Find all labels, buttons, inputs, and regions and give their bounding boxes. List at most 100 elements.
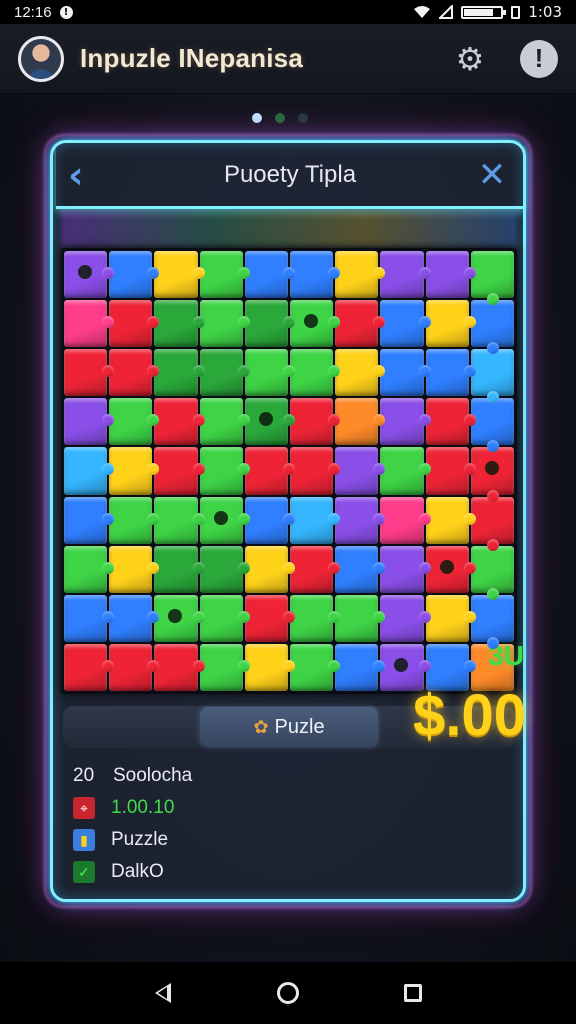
puzzle-piece[interactable] xyxy=(109,398,160,446)
puzzle-piece[interactable] xyxy=(154,496,205,544)
puzzle-piece[interactable] xyxy=(335,643,386,691)
back-triangle-icon[interactable] xyxy=(143,973,183,1013)
puzzle-piece[interactable] xyxy=(335,496,386,544)
puzzle-piece[interactable] xyxy=(380,447,431,495)
puzzle-piece[interactable] xyxy=(425,447,477,495)
puzzle-piece[interactable] xyxy=(109,594,160,642)
puzzle-piece[interactable] xyxy=(154,251,205,299)
puzzle-piece[interactable] xyxy=(64,594,115,642)
puzzle-piece[interactable] xyxy=(244,643,296,691)
puzzle-piece[interactable] xyxy=(290,496,341,544)
puzzle-piece[interactable] xyxy=(470,496,514,551)
puzzle-piece[interactable] xyxy=(290,398,341,446)
puzzle-piece[interactable] xyxy=(64,349,115,397)
puzzle-piece[interactable] xyxy=(425,496,477,544)
puzzle-piece[interactable] xyxy=(290,349,341,397)
puzzle-piece[interactable] xyxy=(290,300,341,348)
puzzle-piece[interactable] xyxy=(380,300,431,348)
puzzle-piece[interactable] xyxy=(109,349,160,397)
puzzle-piece[interactable] xyxy=(335,594,386,642)
puzzle-piece[interactable] xyxy=(290,594,341,642)
puzzle-piece[interactable] xyxy=(154,594,205,642)
puzzle-piece[interactable] xyxy=(109,447,160,495)
puzzle-piece[interactable] xyxy=(470,251,514,306)
info-icon[interactable]: ! xyxy=(520,39,558,78)
tab-puzzle[interactable]: ✿ Puzle xyxy=(200,707,378,747)
puzzle-piece[interactable] xyxy=(290,251,341,299)
puzzle-piece[interactable] xyxy=(199,545,251,593)
puzzle-piece[interactable] xyxy=(199,643,251,691)
puzzle-piece[interactable] xyxy=(244,594,296,642)
puzzle-piece[interactable] xyxy=(154,545,205,593)
puzzle-piece[interactable] xyxy=(199,594,251,642)
puzzle-piece[interactable] xyxy=(154,643,205,691)
puzzle-piece[interactable] xyxy=(244,447,296,495)
puzzle-piece[interactable] xyxy=(425,398,477,446)
puzzle-piece[interactable] xyxy=(154,398,205,446)
puzzle-piece[interactable] xyxy=(335,447,386,495)
chevron-left-icon[interactable]: ‹ xyxy=(68,156,108,194)
puzzle-piece[interactable] xyxy=(64,643,115,691)
puzzle-piece[interactable] xyxy=(470,300,514,355)
avatar[interactable] xyxy=(18,35,64,82)
puzzle-piece[interactable] xyxy=(380,398,431,446)
puzzle-piece[interactable] xyxy=(199,398,251,446)
puzzle-piece[interactable] xyxy=(199,251,251,299)
puzzle-piece[interactable] xyxy=(470,545,514,600)
puzzle-piece[interactable] xyxy=(335,545,386,593)
puzzle-piece[interactable] xyxy=(109,300,160,348)
page-dot[interactable] xyxy=(252,113,262,123)
puzzle-piece[interactable] xyxy=(380,251,431,299)
puzzle-piece[interactable] xyxy=(64,398,115,446)
home-circle-icon[interactable] xyxy=(268,973,308,1013)
puzzle-piece[interactable] xyxy=(380,594,431,642)
puzzle-piece[interactable] xyxy=(290,643,341,691)
puzzle-piece[interactable] xyxy=(199,300,251,348)
puzzle-piece[interactable] xyxy=(154,447,205,495)
puzzle-piece[interactable] xyxy=(425,300,477,348)
puzzle-piece[interactable] xyxy=(244,300,296,348)
puzzle-piece[interactable] xyxy=(64,496,115,544)
puzzle-piece[interactable] xyxy=(425,545,477,593)
puzzle-piece[interactable] xyxy=(64,545,115,593)
puzzle-piece[interactable] xyxy=(335,349,386,397)
puzzle-piece[interactable] xyxy=(199,447,251,495)
puzzle-piece[interactable] xyxy=(425,594,477,642)
puzzle-piece[interactable] xyxy=(290,545,341,593)
puzzle-piece[interactable] xyxy=(335,300,386,348)
puzzle-piece[interactable] xyxy=(380,349,431,397)
puzzle-piece[interactable] xyxy=(109,643,160,691)
gear-icon[interactable]: ⚙ xyxy=(452,40,488,78)
puzzle-grid[interactable] xyxy=(61,248,517,694)
puzzle-piece[interactable] xyxy=(64,447,115,495)
puzzle-piece[interactable] xyxy=(470,398,514,453)
recents-square-icon[interactable] xyxy=(393,973,433,1013)
puzzle-piece[interactable] xyxy=(380,496,431,544)
puzzle-piece[interactable] xyxy=(425,251,477,299)
puzzle-piece[interactable] xyxy=(154,349,205,397)
puzzle-piece[interactable] xyxy=(244,545,296,593)
puzzle-piece[interactable] xyxy=(154,300,205,348)
page-dot[interactable] xyxy=(298,113,308,123)
puzzle-piece[interactable] xyxy=(109,496,160,544)
puzzle-piece[interactable] xyxy=(244,251,296,299)
close-icon[interactable]: ✕ xyxy=(472,158,512,192)
puzzle-piece[interactable] xyxy=(380,545,431,593)
puzzle-piece[interactable] xyxy=(64,251,115,299)
puzzle-piece[interactable] xyxy=(64,300,115,348)
puzzle-piece[interactable] xyxy=(470,349,514,404)
puzzle-piece[interactable] xyxy=(244,496,296,544)
puzzle-piece[interactable] xyxy=(470,594,514,650)
page-dot[interactable] xyxy=(275,113,285,123)
puzzle-piece[interactable] xyxy=(199,349,251,397)
puzzle-piece[interactable] xyxy=(425,349,477,397)
puzzle-piece[interactable] xyxy=(244,349,296,397)
puzzle-piece[interactable] xyxy=(109,251,160,299)
puzzle-piece[interactable] xyxy=(290,447,341,495)
puzzle-piece[interactable] xyxy=(470,447,514,502)
puzzle-piece[interactable] xyxy=(335,251,386,299)
puzzle-piece[interactable] xyxy=(244,398,296,446)
puzzle-piece[interactable] xyxy=(109,545,160,593)
puzzle-piece[interactable] xyxy=(335,398,386,446)
puzzle-piece[interactable] xyxy=(199,496,251,544)
